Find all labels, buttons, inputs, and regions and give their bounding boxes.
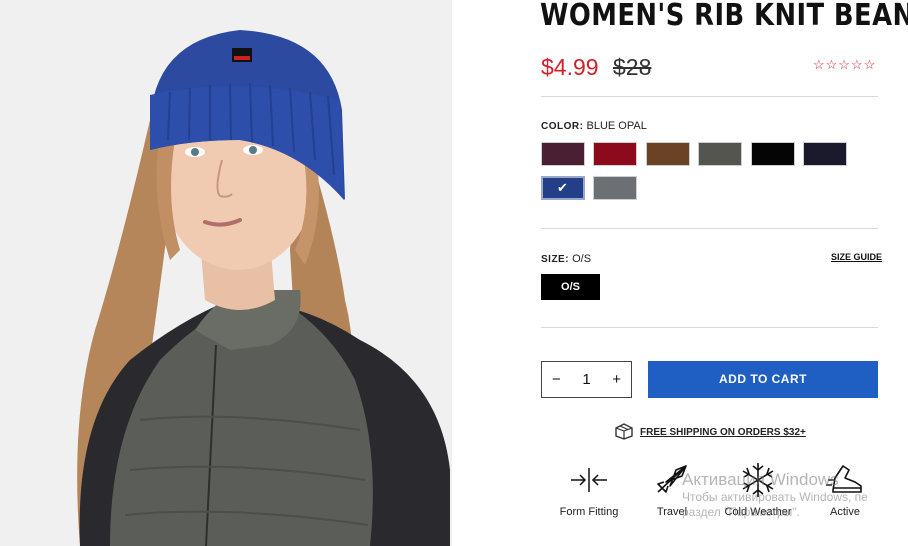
color-swatch-olive-gray[interactable] xyxy=(698,142,742,166)
divider xyxy=(541,96,878,97)
color-label-row: COLOR: BLUE OPAL xyxy=(541,120,647,132)
free-shipping-link[interactable]: FREE SHIPPING ON ORDERS $32+ xyxy=(614,422,806,443)
size-value: O/S xyxy=(572,253,592,265)
color-label: COLOR: xyxy=(541,121,584,132)
quantity-value[interactable]: 1 xyxy=(582,371,590,388)
color-swatch-blue-opal[interactable]: ✔ xyxy=(541,176,585,200)
feature-cold-weather: Cold Weather xyxy=(720,460,796,518)
checkmark-icon: ✔ xyxy=(557,180,568,195)
feature-active: Active xyxy=(822,460,868,518)
color-swatch-gray[interactable] xyxy=(593,176,637,200)
feature-form-fitting: Form Fitting xyxy=(552,460,626,518)
free-shipping-text: FREE SHIPPING ON ORDERS $32+ xyxy=(640,427,806,438)
sneaker-icon xyxy=(822,460,868,500)
quantity-stepper: − 1 + xyxy=(541,361,632,398)
color-swatch-navy[interactable] xyxy=(803,142,847,166)
divider xyxy=(541,228,878,229)
color-swatch-brown[interactable] xyxy=(646,142,690,166)
airplane-icon xyxy=(648,460,696,500)
feature-label: Active xyxy=(830,506,860,518)
feature-label: Cold Weather xyxy=(724,506,792,518)
model-wearing-beanie-image xyxy=(0,0,452,546)
size-label: SIZE: xyxy=(541,254,570,265)
add-to-cart-button[interactable]: ADD TO CART xyxy=(648,361,878,398)
size-option-os[interactable]: O/S xyxy=(541,274,600,300)
product-image[interactable] xyxy=(0,0,452,546)
size-guide-link[interactable]: SIZE GUIDE xyxy=(831,252,882,262)
sale-price: $4.99 xyxy=(541,54,599,80)
snowflake-icon xyxy=(720,460,796,500)
quantity-increase-button[interactable]: + xyxy=(612,371,621,388)
color-swatch-plum[interactable] xyxy=(541,142,585,166)
rating-stars[interactable]: ☆☆☆☆☆ xyxy=(813,57,876,73)
color-swatch-red[interactable] xyxy=(593,142,637,166)
size-label-row: SIZE: O/S xyxy=(541,253,591,265)
product-title: WOMEN'S RIB KNIT BEANIE xyxy=(540,0,908,33)
divider xyxy=(541,327,878,328)
color-swatch-black[interactable] xyxy=(751,142,795,166)
feature-label: Form Fitting xyxy=(559,506,619,518)
feature-travel: Travel xyxy=(648,460,696,518)
feature-label: Travel xyxy=(656,506,688,518)
quantity-decrease-button[interactable]: − xyxy=(552,371,561,388)
color-value: BLUE OPAL xyxy=(586,120,647,132)
original-price: $28 xyxy=(613,54,652,80)
form-fitting-icon xyxy=(552,460,626,500)
package-icon xyxy=(614,422,634,443)
